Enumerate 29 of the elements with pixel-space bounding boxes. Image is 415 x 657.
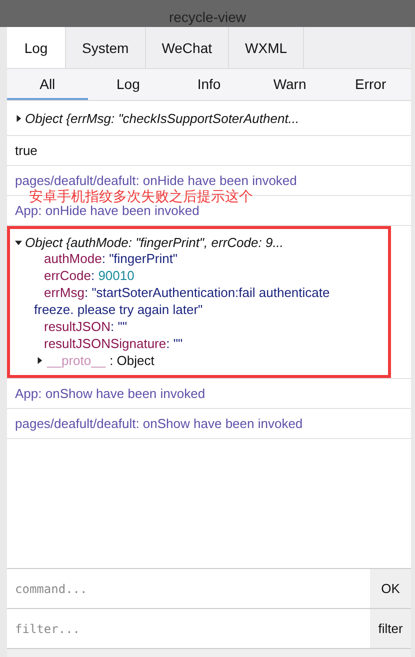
filter-tab[interactable]: Error <box>330 69 411 100</box>
log-message: App: onHide have been invoked <box>15 203 200 218</box>
property-line: errMsg: "startSoterAuthentication:fail authenticate freeze. please try again later" <box>33 284 331 318</box>
console-tab[interactable]: WXML <box>229 27 304 68</box>
filter-tab[interactable]: Info <box>168 69 250 100</box>
filter-tab[interactable]: Log <box>88 69 169 100</box>
property-line: resultJSONSignature: "" <box>43 335 184 352</box>
log-message: pages/deafult/deafult: onHide have been invoked <box>15 173 297 188</box>
filter-tab[interactable]: Warn <box>249 69 330 100</box>
collapsed-triangle-icon[interactable] <box>36 357 43 364</box>
console-tab[interactable]: WeChat <box>146 27 230 68</box>
ok-button[interactable]: OK <box>370 569 411 608</box>
expanded-triangle-icon[interactable] <box>15 239 22 246</box>
log-message: true <box>15 143 38 158</box>
log-message: pages/deafult/deafult: onShow have been invoked <box>15 416 303 431</box>
property-line: errCode: 90010 <box>43 267 136 284</box>
log-message: App: onShow have been invoked <box>15 386 206 401</box>
property-value: : Object <box>110 352 154 369</box>
collapsed-triangle-icon[interactable] <box>15 114 22 122</box>
console-tab[interactable]: System <box>66 27 146 68</box>
property-line: resultJSON: "" <box>43 318 128 335</box>
object-summary[interactable]: Object {authMode: "fingerPrint", errCode: 9... <box>25 235 284 250</box>
page-title: recycle-view <box>168 9 246 27</box>
filter-tab[interactable]: All <box>7 69 88 100</box>
filter-button[interactable]: filter <box>370 609 411 648</box>
console-tab[interactable]: Log <box>7 27 66 68</box>
property-line: authMode: "fingerPrint" <box>43 250 179 267</box>
annotation-text: 安卓手机指纹多次失败之后提示这个 <box>29 188 253 206</box>
object-summary[interactable]: Object {errMsg: "checkIsSupportSoterAuthent... <box>25 110 300 126</box>
